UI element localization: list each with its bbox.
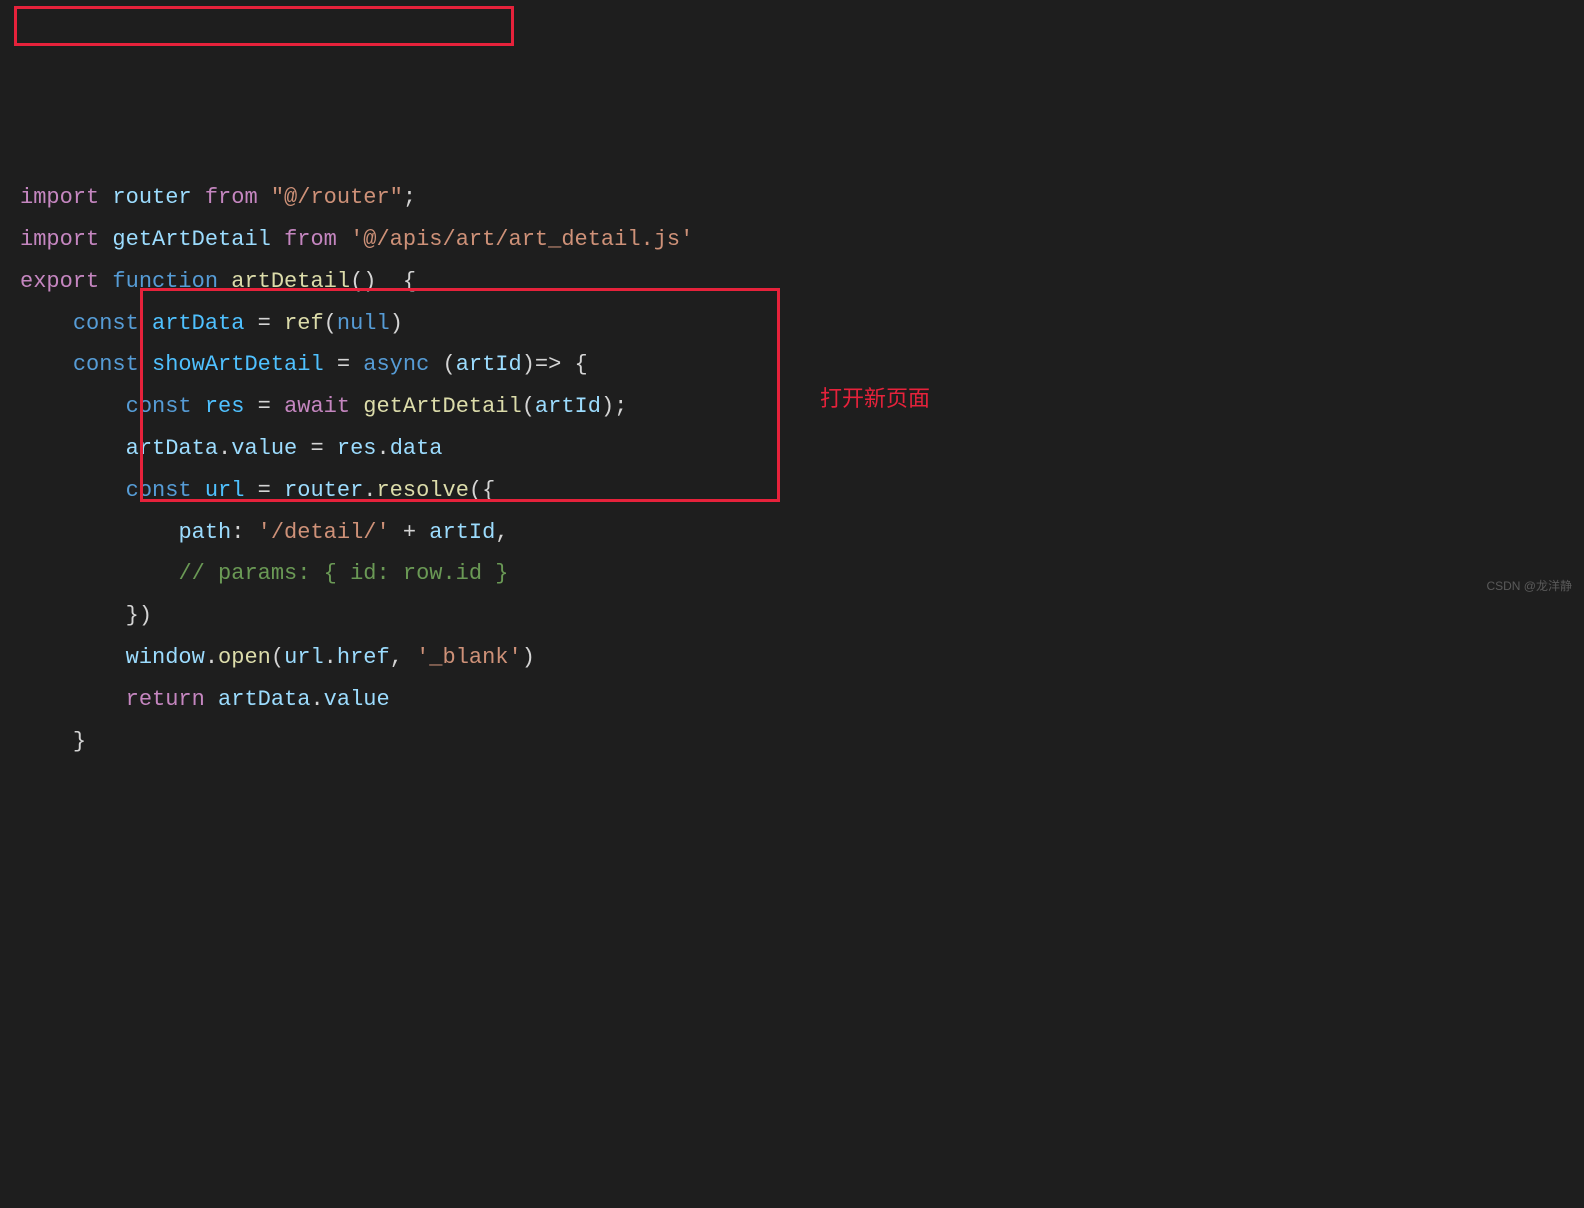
code-line-3: export function artDetail() {: [20, 269, 416, 294]
watermark: CSDN @龙洋静: [1486, 575, 1572, 598]
code-line-12: window.open(url.href, '_blank'): [20, 645, 535, 670]
code-line-1: import router from "@/router";: [20, 185, 416, 210]
code-line-4: const artData = ref(null): [20, 311, 403, 336]
annotation-label: 打开新页面: [820, 378, 930, 420]
code-line-6: const res = await getArtDetail(artId);: [20, 394, 627, 419]
code-line-5: const showArtDetail = async (artId)=> {: [20, 352, 588, 377]
code-line-10: // params: { id: row.id }: [20, 561, 509, 586]
code-editor[interactable]: import router from "@/router"; import ge…: [20, 177, 1564, 762]
code-line-7: artData.value = res.data: [20, 436, 443, 461]
code-line-13: return artData.value: [20, 687, 390, 712]
code-line-11: }): [20, 603, 152, 628]
highlight-box-import: [14, 6, 514, 46]
code-line-14: }: [20, 729, 86, 754]
code-line-8: const url = router.resolve({: [20, 478, 495, 503]
code-line-9: path: '/detail/' + artId,: [20, 520, 509, 545]
code-line-2: import getArtDetail from '@/apis/art/art…: [20, 227, 693, 252]
